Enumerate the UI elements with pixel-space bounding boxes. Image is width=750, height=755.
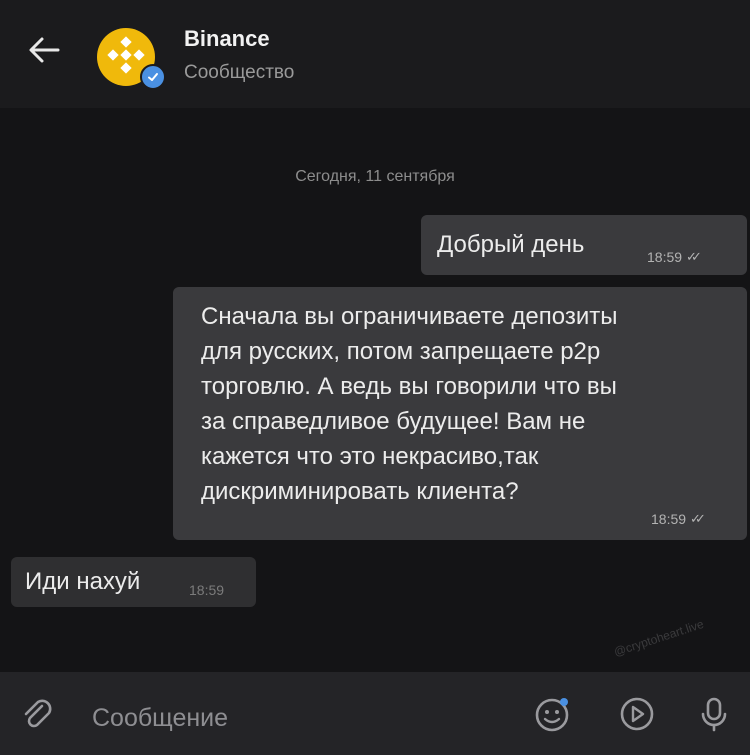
- message-text: Сначала вы ограничиваете депозиты для ру…: [201, 303, 618, 505]
- video-message-button[interactable]: [617, 696, 657, 736]
- arrow-left-icon: [27, 35, 61, 70]
- chat-subtitle: Сообщество: [184, 62, 295, 83]
- attach-button[interactable]: [18, 698, 58, 738]
- emoji-icon: [533, 694, 573, 739]
- message-time: 18:59 ✓✓: [651, 511, 706, 527]
- message-input-bar: Сообщение: [0, 672, 750, 755]
- message-bubble-incoming[interactable]: Иди нахуй 18:59: [11, 557, 256, 607]
- time-label: 18:59: [647, 249, 683, 265]
- double-check-icon: ✓✓: [690, 511, 706, 526]
- chat-title[interactable]: Binance: [184, 26, 270, 52]
- message-text: Добрый день: [437, 231, 585, 258]
- paperclip-icon: [20, 698, 56, 739]
- double-check-icon: ✓✓: [686, 249, 702, 264]
- message-text: Иди нахуй: [25, 568, 141, 595]
- chat-screen: Binance Сообщество Сегодня, 11 сентября …: [0, 0, 750, 755]
- message-bubble-outgoing[interactable]: Добрый день 18:59 ✓✓: [421, 215, 747, 275]
- message-input[interactable]: Сообщение: [92, 704, 228, 733]
- microphone-icon: [694, 694, 734, 739]
- binance-logo-icon: [107, 35, 145, 79]
- message-bubble-outgoing[interactable]: Сначала вы ограничиваете депозиты для ру…: [173, 287, 747, 540]
- back-button[interactable]: [18, 26, 70, 78]
- message-list[interactable]: Сегодня, 11 сентября Добрый день 18:59 ✓…: [0, 108, 750, 668]
- chat-header: Binance Сообщество: [0, 0, 750, 108]
- voice-message-button[interactable]: [694, 696, 734, 736]
- message-time: 18:59: [189, 582, 225, 598]
- watermark: @cryptoheart.live: [612, 616, 706, 660]
- emoji-button[interactable]: [533, 696, 573, 736]
- message-time: 18:59 ✓✓: [647, 249, 702, 265]
- date-separator: Сегодня, 11 сентября: [295, 168, 455, 185]
- time-label: 18:59: [651, 511, 687, 527]
- play-circle-icon: [617, 694, 657, 739]
- verified-check-icon: [140, 64, 166, 90]
